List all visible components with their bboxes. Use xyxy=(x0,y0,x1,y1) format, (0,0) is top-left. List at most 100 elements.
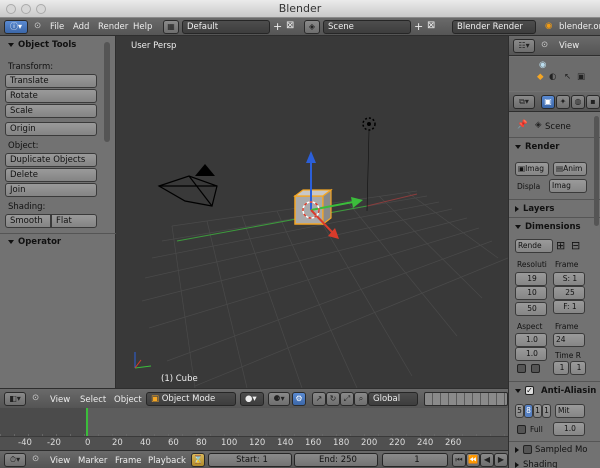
outliner-editor-icon[interactable]: ☷▾ xyxy=(513,39,535,53)
menu-file[interactable]: File xyxy=(50,21,64,33)
3d-view-collapse-icon[interactable]: ⊙ xyxy=(32,393,39,403)
collapse-menus-icon[interactable]: ⊙ xyxy=(34,21,41,31)
time-old-field[interactable]: 1 xyxy=(553,361,569,375)
frame-step-field[interactable]: F: 1 xyxy=(553,300,585,314)
play-reverse-icon[interactable]: ◀ xyxy=(480,453,494,467)
camera-object[interactable] xyxy=(157,175,218,207)
frame-end-field[interactable]: 25 xyxy=(553,286,585,300)
translate-button[interactable]: Translate xyxy=(5,74,97,88)
jump-start-icon[interactable]: ⏮ xyxy=(452,453,466,467)
scale-manipulator-icon[interactable]: ⤢ xyxy=(340,392,354,406)
scene-tab-icon[interactable]: ✦ xyxy=(556,95,570,109)
smooth-button[interactable]: Smooth xyxy=(5,214,51,228)
menu-add[interactable]: Add xyxy=(73,21,89,33)
outliner-view-menu[interactable]: View xyxy=(559,40,579,52)
object-tools-header[interactable]: Object Tools xyxy=(0,38,112,52)
flat-button[interactable]: Flat xyxy=(51,214,97,228)
tool-shelf-scrollbar[interactable] xyxy=(104,42,110,142)
aa-samples-16[interactable]: 1 xyxy=(542,404,551,418)
shading-panel-header[interactable]: Shading xyxy=(509,458,600,468)
render-camera-icon[interactable]: ▣ xyxy=(577,72,585,82)
transform-orientation-dropdown[interactable]: Global xyxy=(368,392,418,406)
rotate-manipulator-icon[interactable]: ↻ xyxy=(326,392,340,406)
filter-size-field[interactable]: 1.0 xyxy=(553,422,585,436)
timeline-menu-view[interactable]: View xyxy=(50,455,70,467)
timeline-area[interactable]: -40 -20 0 20 40 60 80 100 120 140 160 18… xyxy=(0,408,508,450)
render-preset-dropdown[interactable]: Rende xyxy=(515,239,553,253)
minimize-window-button[interactable] xyxy=(21,4,31,14)
mode-dropdown[interactable]: ▣ Object Mode xyxy=(146,392,236,406)
layer-buttons[interactable] xyxy=(424,392,508,406)
delete-scene-icon[interactable]: ⊠ xyxy=(427,20,435,31)
aspect-x-field[interactable]: 1.0 xyxy=(515,333,547,347)
object-tab-icon[interactable]: ▪ xyxy=(586,95,600,109)
aspect-y-field[interactable]: 1.0 xyxy=(515,347,547,361)
pivot-point-dropdown[interactable]: ⚈▾ xyxy=(268,392,290,406)
timeline-menu-marker[interactable]: Marker xyxy=(78,455,107,467)
sampled-motion-checkbox[interactable] xyxy=(523,445,532,454)
delete-screen-icon[interactable]: ⊠ xyxy=(286,20,294,31)
full-sample-checkbox[interactable] xyxy=(517,425,526,434)
add-preset-icon[interactable]: ⊞ xyxy=(556,239,565,252)
border-checkbox[interactable] xyxy=(517,364,526,373)
frame-start-field[interactable]: S: 1 xyxy=(553,272,585,286)
outliner-collapse-icon[interactable]: ⊙ xyxy=(541,40,548,50)
rotate-button[interactable]: Rotate xyxy=(5,89,97,103)
aa-filter-dropdown[interactable]: Mit xyxy=(555,404,585,418)
current-frame-field[interactable]: 1 xyxy=(382,453,448,467)
add-scene-icon[interactable]: + xyxy=(414,20,423,33)
time-new-field[interactable]: 1 xyxy=(570,361,586,375)
anti-aliasing-checkbox[interactable]: ✓ xyxy=(525,386,534,395)
scene-field[interactable]: Scene xyxy=(323,20,411,34)
close-window-button[interactable] xyxy=(6,4,16,14)
anti-aliasing-header[interactable]: ✓ Anti-Aliasin xyxy=(509,384,600,398)
remove-preset-icon[interactable]: ⊟ xyxy=(571,239,580,252)
end-frame-field[interactable]: End: 250 xyxy=(294,453,378,467)
menu-select[interactable]: Select xyxy=(80,394,106,406)
editor-type-info-icon[interactable]: ⓘ▾ xyxy=(4,20,28,34)
start-frame-field[interactable]: Start: 1 xyxy=(208,453,292,467)
pin-icon[interactable]: 📌 xyxy=(517,120,528,130)
properties-scrollbar[interactable] xyxy=(594,116,599,226)
sampled-motion-header[interactable]: Sampled Mo xyxy=(509,443,600,457)
render-image-button[interactable]: ▣Imag xyxy=(515,162,549,176)
manipulator-toggle-icon[interactable]: ⚙ xyxy=(292,392,306,406)
play-icon[interactable]: ▶ xyxy=(494,453,508,467)
menu-view[interactable]: View xyxy=(50,394,70,406)
scene-icon[interactable]: ◈ xyxy=(304,20,320,34)
properties-editor-icon[interactable]: ⧉▾ xyxy=(513,95,535,109)
menu-help[interactable]: Help xyxy=(133,21,152,33)
resolution-percent-field[interactable]: 50 xyxy=(515,302,547,316)
3d-view-editor-icon[interactable]: ◧▾ xyxy=(4,392,26,406)
render-panel-header[interactable]: Render xyxy=(509,140,600,154)
scale-manipulator-icon[interactable]: ⌕ xyxy=(354,392,368,406)
dimensions-panel-header[interactable]: Dimensions xyxy=(509,220,600,234)
scale-button[interactable]: Scale xyxy=(5,104,97,118)
menu-object[interactable]: Object xyxy=(114,394,142,406)
world-tab-icon[interactable]: ◍ xyxy=(571,95,585,109)
menu-render[interactable]: Render xyxy=(98,21,128,33)
join-button[interactable]: Join xyxy=(5,183,97,197)
timeline-menu-frame[interactable]: Frame xyxy=(115,455,141,467)
3d-viewport[interactable]: User Persp (1) Cube xyxy=(117,36,508,388)
add-screen-icon[interactable]: + xyxy=(273,20,282,33)
select-arrow-icon[interactable]: ↖ xyxy=(564,72,571,82)
outliner-tree[interactable]: ◉ ◆ ◐ ↖ ▣ xyxy=(509,57,600,91)
preview-range-icon[interactable]: ⌛ xyxy=(191,453,205,467)
render-tab-icon[interactable]: ▣ xyxy=(541,95,555,109)
render-engine-dropdown[interactable]: Blender Render xyxy=(452,20,536,34)
aa-samples-5[interactable]: 5 xyxy=(515,404,524,418)
visibility-eye-icon[interactable]: ◐ xyxy=(549,72,556,82)
screen-layout-icon[interactable]: ▦ xyxy=(163,20,179,34)
layers-panel-header[interactable]: Layers xyxy=(509,202,600,216)
translate-manipulator-icon[interactable]: ↗ xyxy=(312,392,326,406)
aa-samples-11[interactable]: 1 xyxy=(533,404,542,418)
timeline-editor-icon[interactable]: ⏱▾ xyxy=(4,453,26,467)
frame-rate-dropdown[interactable]: 24 xyxy=(553,333,585,347)
resolution-y-field[interactable]: 10 xyxy=(515,286,547,300)
screen-layout-field[interactable]: Default xyxy=(182,20,270,34)
duplicate-objects-button[interactable]: Duplicate Objects xyxy=(5,153,97,167)
crop-checkbox[interactable] xyxy=(531,364,540,373)
delete-button[interactable]: Delete xyxy=(5,168,97,182)
display-dropdown[interactable]: Imag xyxy=(549,179,587,193)
